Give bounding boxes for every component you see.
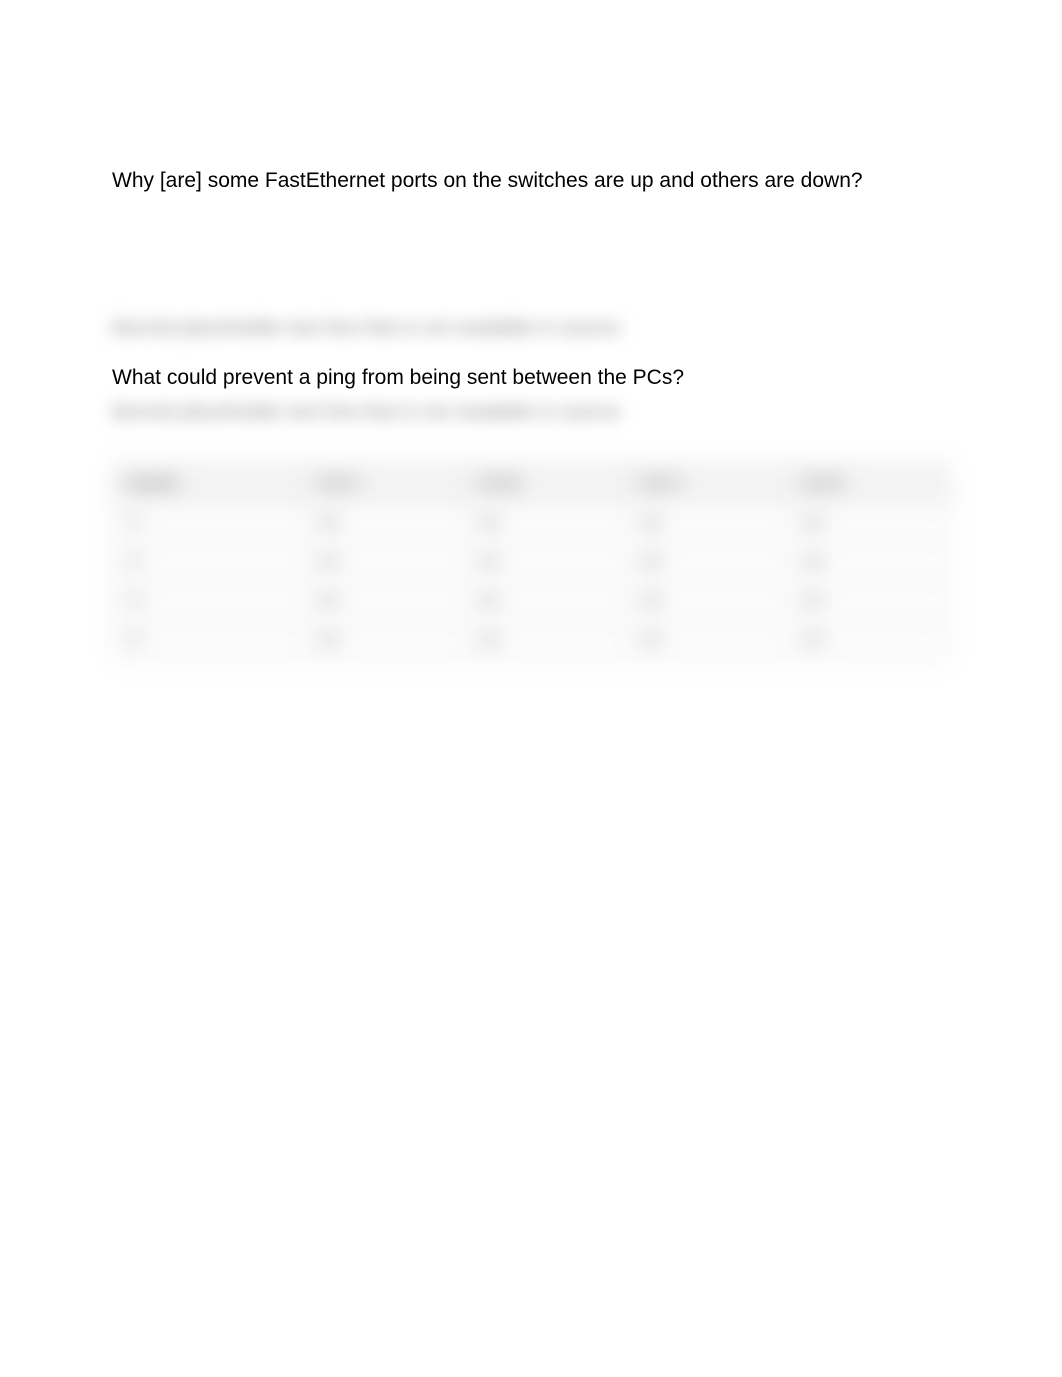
table-header: Col A [303, 465, 464, 504]
table-cell: val [787, 543, 949, 582]
table-cell: val [464, 543, 626, 582]
table-header: Col D [787, 465, 949, 504]
table-cell: val [464, 504, 626, 543]
blurred-text-below: blurred placeholder text line that is no… [112, 401, 950, 424]
table-header-row: Header Col A Col B Col C Col D [113, 465, 950, 504]
table-cell: val [626, 543, 788, 582]
table-cell: val [303, 621, 464, 660]
question-2: What could prevent a ping from being sen… [112, 362, 950, 394]
blurred-table: Header Col A Col B Col C Col D r1 val va… [112, 464, 950, 660]
table-row: r1 val val val val [113, 504, 950, 543]
question-1: Why [are] some FastEthernet ports on the… [112, 165, 950, 197]
blurred-text-above: blurred placeholder text line that is no… [112, 317, 950, 340]
table-cell: val [464, 582, 626, 621]
table-cell: val [787, 621, 949, 660]
table-cell: val [626, 504, 788, 543]
table-cell: r1 [113, 504, 303, 543]
table-cell: val [303, 582, 464, 621]
table-row: r3 val val val val [113, 582, 950, 621]
table-row: r2 val val val val [113, 543, 950, 582]
data-table: Header Col A Col B Col C Col D r1 val va… [112, 464, 950, 660]
table-cell: val [787, 582, 949, 621]
table-cell: r4 [113, 621, 303, 660]
question-1-text: Why [are] some FastEthernet ports on the… [112, 169, 863, 192]
table-cell: val [626, 582, 788, 621]
question-2-text: What could prevent a ping from being sen… [112, 366, 684, 389]
table-cell: val [303, 543, 464, 582]
table-header: Col C [626, 465, 788, 504]
table-header: Col B [464, 465, 626, 504]
table-cell: val [626, 621, 788, 660]
table-cell: val [303, 504, 464, 543]
document-page: Why [are] some FastEthernet ports on the… [0, 0, 1062, 660]
table-header: Header [113, 465, 303, 504]
table-cell: r2 [113, 543, 303, 582]
table-row: r4 val val val val [113, 621, 950, 660]
table-cell: val [464, 621, 626, 660]
table-cell: val [787, 504, 949, 543]
table-cell: r3 [113, 582, 303, 621]
